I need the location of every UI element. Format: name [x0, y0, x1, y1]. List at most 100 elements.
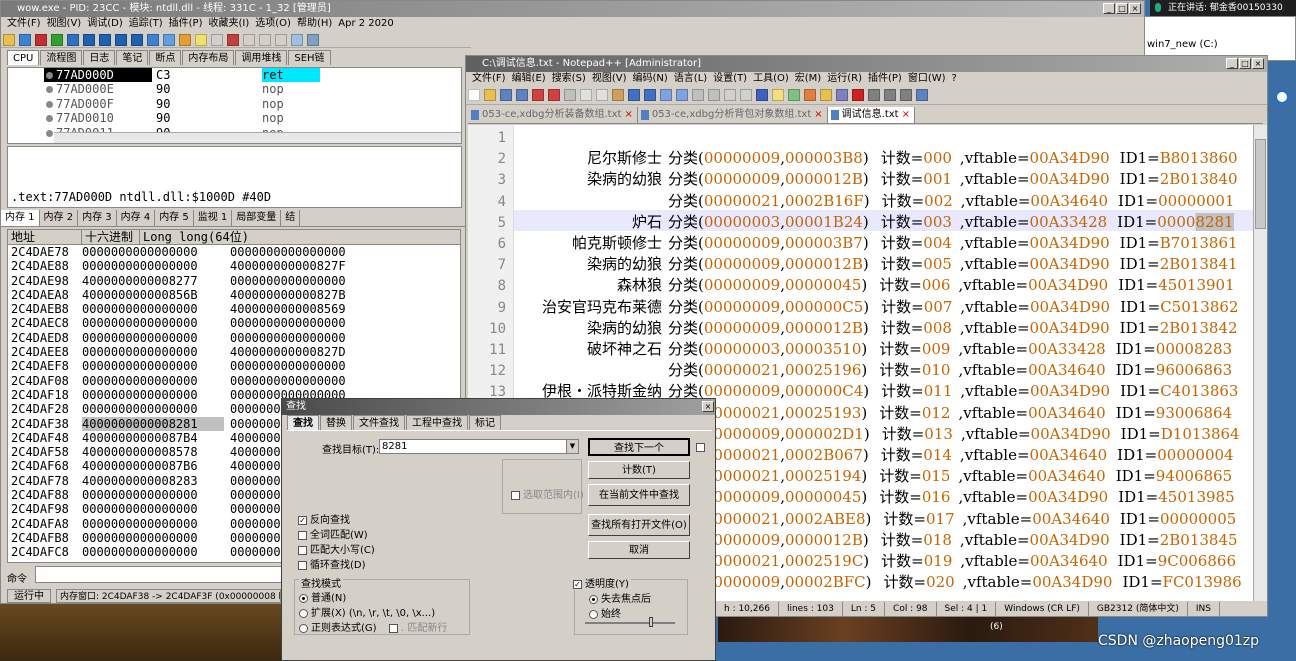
npp-menu-item[interactable]: 语言(L) — [674, 73, 707, 84]
close-tab-icon[interactable]: × — [624, 109, 632, 120]
font-icon[interactable] — [275, 34, 287, 46]
memory-tab[interactable]: 监视 1 — [194, 210, 233, 226]
pen-icon[interactable] — [179, 34, 191, 46]
transp-on-lose-focus[interactable]: 失去焦点后 — [589, 590, 651, 605]
menu-item[interactable]: 收藏夹(I) — [209, 18, 250, 29]
find-tab[interactable]: 工程中查找 — [406, 415, 468, 430]
in-selection-option[interactable]: 选取范围内(I) — [511, 486, 584, 501]
npp-menu-item[interactable]: 视图(V) — [592, 73, 627, 84]
mode-extended[interactable]: 扩展(X) (\n, \r, \t, \0, \x...) — [299, 604, 435, 619]
breakpoint-dot-icon[interactable] — [46, 129, 53, 137]
code-line[interactable]: 12 分类(00000021,00025196) 计数=010 ,vftable=00… — [468, 360, 1253, 381]
save-icon[interactable] — [500, 89, 512, 101]
code-line[interactable]: 6 帕克斯顿修士 分类(00000009,000003B7) 计数=004 ,vftab… — [468, 233, 1253, 254]
checkbox[interactable]: ✓ — [298, 515, 307, 525]
save-all-icon[interactable] — [516, 89, 528, 101]
memory-row[interactable]: 2C4DAE78 0000000000000000 0000000000000000 — [8, 245, 460, 259]
find-target-input[interactable]: 8281 ▼ — [379, 439, 579, 454]
memory-row[interactable]: 2C4DAF08 0000000000000000 0000000000000000 — [8, 374, 460, 388]
menu-item[interactable]: 视图(V) — [47, 18, 82, 29]
code-line[interactable]: 4 分类(00000021,0002B16F) 计数=002 ,vftable=00A… — [468, 191, 1253, 212]
file-tab[interactable]: 053-ce,xdbg分析背包对象数组.txt × — [638, 107, 828, 123]
debugger-tab[interactable]: CPU — [7, 50, 40, 65]
code-line[interactable]: 1 — [468, 127, 1253, 148]
wrap-icon[interactable] — [740, 89, 752, 101]
run-to-user-code-icon[interactable] — [163, 34, 175, 46]
checkbox[interactable] — [298, 545, 307, 555]
new-file-icon[interactable] — [468, 89, 480, 101]
step-over-icon[interactable] — [99, 34, 111, 46]
replace-icon[interactable] — [676, 89, 688, 101]
play-multi-icon[interactable] — [900, 89, 912, 101]
open-file-icon[interactable] — [484, 89, 496, 101]
npp-minimize-button[interactable]: _ — [1226, 58, 1238, 69]
breakpoint-dot-icon[interactable] — [46, 100, 53, 108]
open-icon[interactable] — [3, 34, 15, 46]
find-tab[interactable]: 替换 — [320, 415, 352, 430]
memory-row[interactable]: 2C4DAE98 4000000000008277 0000000000000000 — [8, 274, 460, 288]
menu-item[interactable]: 插件(P) — [169, 18, 203, 29]
menu-item[interactable]: 文件(F) — [7, 18, 41, 29]
find-in-current-button[interactable]: 在当前文件中查找 — [588, 484, 690, 506]
transparency-slider-thumb[interactable] — [649, 617, 653, 627]
npp-close-button[interactable]: × — [1252, 58, 1264, 69]
memory-tab[interactable]: 内存 5 — [155, 210, 194, 226]
code-line[interactable]: 5 炉石 分类(00000003,00001B24) 计数=003 ,vftable=0… — [468, 212, 1253, 233]
hash-icon[interactable] — [259, 34, 271, 46]
debugger-tab[interactable]: 笔记 — [116, 50, 149, 65]
close-button[interactable]: × — [1129, 3, 1141, 14]
zoom-in-icon[interactable] — [692, 89, 704, 101]
memory-row[interactable]: 2C4DAEC8 0000000000000000 0000000000000000 — [8, 316, 460, 330]
find-tab[interactable]: 文件查找 — [353, 415, 405, 430]
find-option[interactable]: ✓ 反向查找 — [298, 511, 350, 526]
comment-icon[interactable] — [211, 34, 223, 46]
ie-icon[interactable] — [1275, 90, 1289, 104]
npp-menu-item[interactable]: 编辑(E) — [512, 73, 546, 84]
find-tab[interactable]: 标记 — [469, 415, 501, 430]
lang-icon[interactable] — [772, 89, 784, 101]
memory-row[interactable]: 2C4DAE88 0000000000000000 400000000000827F — [8, 259, 460, 273]
sync-scroll-icon[interactable] — [724, 89, 736, 101]
npp-menu-item[interactable]: 宏(M) — [795, 73, 821, 84]
horizontal-scrollbar[interactable] — [54, 132, 461, 143]
code-line[interactable]: 7 染病的幼狼 分类(00000009,0000012B) 计数=005 ,vftabl… — [468, 254, 1253, 275]
disasm-row[interactable]: 77AD0010 90 nop — [8, 111, 461, 125]
restart-icon[interactable] — [19, 34, 31, 46]
code-line[interactable]: 10 染病的幼狼 分类(00000009,0000012B) 计数=008 ,vftab… — [468, 318, 1253, 339]
file-tab[interactable]: 调试信息.txt × — [827, 107, 915, 123]
save-macro-icon[interactable] — [916, 89, 928, 101]
transparency-slider[interactable] — [585, 622, 675, 624]
find-all-open-button[interactable]: 查找所有打开文件(O) — [588, 514, 690, 536]
file-tab[interactable]: 053-ce,xdbg分析装备数组.txt × — [468, 107, 638, 123]
minimize-button[interactable]: _ — [1103, 3, 1115, 14]
close-tab-icon[interactable]: × — [902, 109, 910, 120]
debugger-tab[interactable]: 日志 — [83, 50, 116, 65]
print-icon[interactable] — [564, 89, 576, 101]
find-option[interactable]: 循环查找(D) — [298, 556, 366, 571]
find-option[interactable]: 全词匹配(W) — [298, 526, 368, 541]
memory-tab[interactable]: 内存 2 — [40, 210, 79, 226]
menu-item[interactable]: 调试(D) — [87, 18, 123, 29]
memory-row[interactable]: 2C4DAEE8 0000000000000000 400000000000827D — [8, 345, 460, 359]
function-icon[interactable] — [243, 34, 255, 46]
cut-icon[interactable] — [580, 89, 592, 101]
mode-regex[interactable]: 正则表达式(G) — [299, 619, 377, 634]
transparency-toggle[interactable]: ✓ 透明度(Y) — [571, 575, 631, 590]
run-icon[interactable] — [51, 34, 63, 46]
npp-menu-item[interactable]: 工具(O) — [753, 73, 789, 84]
memory-row[interactable]: 2C4DAEA8 400000000000856B 400000000000827B — [8, 288, 460, 302]
disasm-row[interactable]: 77AD000F 90 nop — [8, 97, 461, 111]
doc-map-icon[interactable] — [788, 89, 800, 101]
step-into-icon[interactable] — [83, 34, 95, 46]
breakpoint-dot-icon[interactable] — [46, 72, 53, 79]
disasm-row[interactable]: 77AD000E 90 nop — [8, 82, 461, 96]
npp-menu-item[interactable]: 运行(R) — [827, 73, 862, 84]
redo-icon[interactable] — [644, 89, 656, 101]
menu-item[interactable]: 帮助(H) — [297, 18, 332, 29]
bookmark-icon[interactable] — [227, 34, 239, 46]
record-icon[interactable] — [852, 89, 864, 101]
code-line[interactable]: 3 染病的幼狼 分类(00000009,0000012B) 计数=001 ,vftabl… — [468, 169, 1253, 190]
graph-icon[interactable] — [307, 34, 319, 46]
count-button[interactable]: 计数(T) — [588, 461, 690, 479]
menu-item[interactable]: 追踪(T) — [129, 18, 163, 29]
